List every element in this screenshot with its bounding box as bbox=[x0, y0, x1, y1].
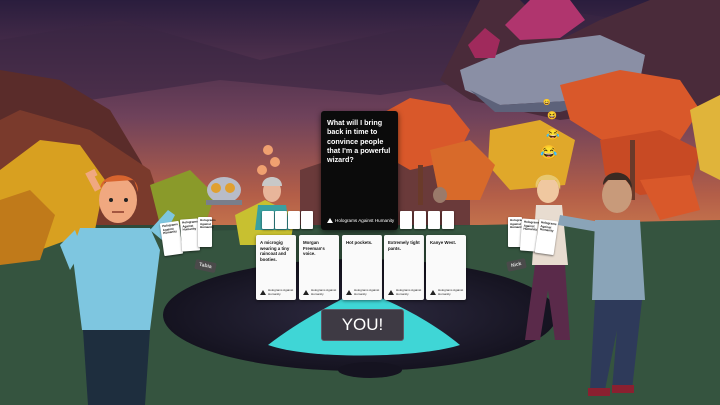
card-brand: Holograms Against Humanity bbox=[388, 288, 424, 296]
black-question-card: What will I bring back in time to convin… bbox=[321, 111, 398, 230]
player-avatar-distant bbox=[433, 187, 447, 203]
laughing-emoji-icon: 😂 bbox=[540, 144, 558, 160]
hand-card-text: Holograms Against Humanity bbox=[523, 219, 540, 232]
hand-card-distant bbox=[442, 211, 454, 229]
white-answer-card[interactable]: Kanye West. Holograms Against Humanity bbox=[426, 235, 466, 300]
answer-text: Hot pockets. bbox=[346, 240, 373, 245]
hand-card-distant bbox=[414, 211, 426, 229]
brand-label: Holograms Against Humanity bbox=[268, 288, 294, 296]
card-brand: Holograms Against Humanity bbox=[430, 288, 466, 296]
hand-card-left[interactable]: Holograms Against Humanity bbox=[198, 217, 216, 247]
table-base bbox=[338, 362, 402, 378]
question-text: What will I bring back in time to convin… bbox=[327, 118, 391, 165]
white-answer-card[interactable]: Extremely tight pants. Holograms Against… bbox=[384, 235, 424, 300]
laughing-emoji-icon: 😄 bbox=[543, 100, 551, 106]
hand-card-distant bbox=[428, 211, 440, 229]
card-brand: Holograms Against Humanity bbox=[327, 218, 394, 223]
you-button[interactable]: YOU! bbox=[321, 309, 404, 341]
hand-card-text: Holograms Against Humanity bbox=[161, 222, 178, 236]
hand-card-text: Holograms Against Humanity bbox=[510, 218, 526, 230]
brand-label: Holograms Against Humanity bbox=[354, 288, 380, 296]
brand-label: Holograms Against Humanity bbox=[438, 288, 464, 296]
tree-trunk bbox=[418, 165, 423, 205]
holograms-logo-icon bbox=[303, 289, 309, 295]
answer-text: Extremely tight pants. bbox=[388, 240, 420, 251]
laughing-emoji-icon: 😂 bbox=[546, 129, 560, 141]
brand-label: Holograms Against Humanity bbox=[311, 288, 337, 296]
hand-card-host bbox=[301, 211, 313, 229]
holograms-logo-icon bbox=[388, 289, 394, 295]
vr-game-scene: 😄 😆 😂 😂 What will I bring back in time t… bbox=[0, 0, 720, 405]
hand-card-distant bbox=[400, 211, 412, 229]
laughing-emoji-icon: 😆 bbox=[547, 111, 557, 120]
holograms-logo-icon bbox=[327, 218, 333, 223]
white-answer-card[interactable]: Morgan Freeman's voice. Holograms Agains… bbox=[299, 235, 339, 300]
hand-card-text: Holograms Against Humanity bbox=[200, 218, 216, 230]
brand-label: Holograms Against Humanity bbox=[396, 288, 422, 296]
answer-text: Morgan Freeman's voice. bbox=[303, 240, 325, 257]
hand-card-host bbox=[262, 211, 274, 229]
hand-card-text: Holograms Against Humanity bbox=[181, 219, 198, 232]
holograms-logo-icon bbox=[346, 289, 352, 295]
card-brand: Holograms Against Humanity bbox=[260, 288, 296, 296]
hand-card-host bbox=[288, 211, 300, 229]
white-answer-card[interactable]: Hot pockets. Holograms Against Humanity bbox=[342, 235, 382, 300]
hand-card-host bbox=[275, 211, 287, 229]
card-brand: Holograms Against Humanity bbox=[346, 288, 382, 296]
white-answer-card[interactable]: A microgig wearing a tiny raincoat and b… bbox=[256, 235, 296, 300]
hand-card-text: Holograms Against Humanity bbox=[539, 220, 557, 234]
answer-text: Kanye West. bbox=[430, 240, 457, 245]
holograms-logo-icon bbox=[260, 289, 266, 295]
holograms-logo-icon bbox=[430, 289, 436, 295]
card-brand: Holograms Against Humanity bbox=[303, 288, 339, 296]
brand-label: Holograms Against Humanity bbox=[335, 218, 395, 223]
answer-text: A microgig wearing a tiny raincoat and b… bbox=[260, 240, 290, 263]
